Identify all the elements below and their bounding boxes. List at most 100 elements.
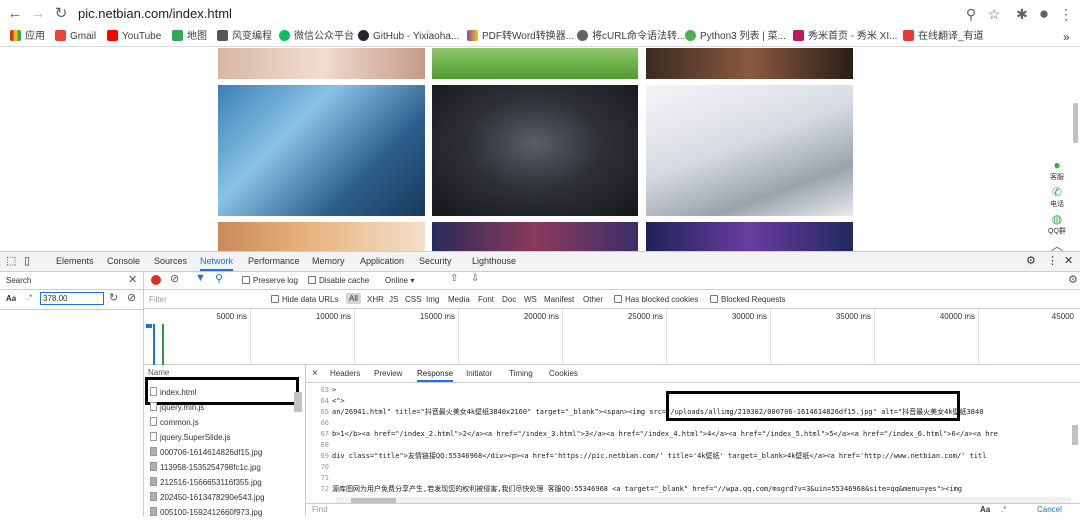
more-options-icon[interactable]: ⋮ bbox=[1047, 252, 1058, 271]
clear-log-icon[interactable]: ⊘ bbox=[170, 272, 179, 285]
bookmark-xiumi[interactable]: 秀米首页 - 秀米 XI... bbox=[793, 29, 897, 45]
request-row[interactable]: common.js bbox=[144, 415, 294, 430]
disable-cache-checkbox[interactable]: Disable cache bbox=[308, 276, 369, 285]
back-to-top-button[interactable]: ︿顶部 bbox=[1045, 239, 1069, 251]
request-row[interactable]: 212516-1566653116f355.jpg bbox=[144, 475, 294, 490]
filter-input[interactable]: Filter bbox=[149, 295, 167, 304]
wallpaper-thumb[interactable] bbox=[432, 222, 638, 251]
wallpaper-thumb[interactable] bbox=[646, 48, 853, 79]
network-settings-icon[interactable]: ⚙ bbox=[1068, 273, 1078, 286]
tab-cookies[interactable]: Cookies bbox=[549, 365, 578, 382]
import-har-icon[interactable]: ⇧ bbox=[450, 273, 458, 284]
bookmark-youtube[interactable]: YouTube bbox=[107, 29, 161, 45]
bookmark-gmail[interactable]: Gmail bbox=[55, 29, 96, 45]
find-input[interactable]: Find bbox=[312, 505, 328, 514]
throttle-select[interactable]: Online ▾ bbox=[385, 276, 414, 285]
tab-memory[interactable]: Memory bbox=[312, 252, 345, 271]
bookmark-wechat[interactable]: 微信公众平台 bbox=[279, 29, 354, 45]
search-icon[interactable]: ⚲ bbox=[215, 272, 223, 285]
tab-initiator[interactable]: Initiator bbox=[466, 365, 492, 382]
request-row[interactable]: 005100-1592412660f973.jpg bbox=[144, 505, 294, 520]
search-input[interactable]: 378.00 bbox=[40, 292, 104, 305]
clear-search-icon[interactable]: ⊘ bbox=[127, 291, 136, 304]
bookmark-maps[interactable]: 地图 bbox=[172, 29, 207, 45]
tab-network[interactable]: Network bbox=[200, 252, 234, 271]
regex-toggle[interactable]: .* bbox=[27, 293, 32, 302]
bookmark-pdf2word[interactable]: PDF转Word转换器... bbox=[467, 29, 574, 45]
filter-type-doc[interactable]: Doc bbox=[502, 295, 516, 304]
filter-type-xhr[interactable]: XHR bbox=[367, 295, 384, 304]
address-bar[interactable]: pic.netbian.com/index.html bbox=[78, 3, 1008, 24]
network-timeline-overview[interactable]: 5000 ms 10000 ms 15000 ms 20000 ms 25000… bbox=[144, 309, 1080, 365]
tab-sources[interactable]: Sources bbox=[154, 252, 187, 271]
code-vertical-scrollbar[interactable] bbox=[1072, 425, 1078, 445]
wallpaper-thumb[interactable] bbox=[218, 85, 425, 216]
export-har-icon[interactable]: ⇩ bbox=[471, 273, 479, 284]
page-scrollbar-thumb[interactable] bbox=[1073, 103, 1078, 143]
close-devtools-icon[interactable]: ✕ bbox=[1064, 252, 1073, 271]
tab-preview[interactable]: Preview bbox=[374, 365, 402, 382]
filter-type-css[interactable]: CSS bbox=[405, 295, 421, 304]
settings-gear-icon[interactable]: ⚙ bbox=[1026, 252, 1036, 271]
match-case-toggle[interactable]: Aa bbox=[6, 294, 16, 303]
bookmark-curl[interactable]: 将cURL命令语法转... bbox=[577, 29, 685, 45]
tab-response[interactable]: Response bbox=[417, 365, 454, 382]
request-row[interactable]: jquery.min.js bbox=[144, 400, 294, 415]
qq-group-button[interactable]: ◍ QQ群 bbox=[1045, 212, 1069, 239]
device-toolbar-icon[interactable]: ▯ bbox=[24, 252, 30, 271]
request-row[interactable]: 202450-1613478290e543.jpg bbox=[144, 490, 294, 505]
wallpaper-thumb[interactable] bbox=[218, 222, 425, 251]
reload-icon[interactable]: ↻ bbox=[51, 4, 71, 24]
bookmark-python[interactable]: Python3 列表 | 菜... bbox=[685, 29, 786, 45]
request-row[interactable]: jquery.SuperSlide.js bbox=[144, 430, 294, 445]
bookmarks-more-icon[interactable]: » bbox=[1063, 29, 1070, 45]
hide-data-urls-checkbox[interactable]: Hide data URLs bbox=[271, 295, 338, 304]
filter-type-js[interactable]: JS bbox=[389, 295, 398, 304]
refresh-search-icon[interactable]: ↻ bbox=[109, 291, 118, 304]
has-blocked-cookies-checkbox[interactable]: Has blocked cookies bbox=[614, 295, 698, 304]
wallpaper-thumb[interactable] bbox=[646, 85, 853, 216]
tab-lighthouse[interactable]: Lighthouse bbox=[472, 252, 516, 271]
filter-type-img[interactable]: Img bbox=[426, 295, 439, 304]
profile-icon[interactable]: ● bbox=[1034, 4, 1054, 24]
extensions-icon[interactable]: ✱ bbox=[1012, 4, 1032, 24]
forward-icon[interactable]: → bbox=[28, 4, 48, 24]
record-icon[interactable] bbox=[151, 275, 161, 285]
filter-type-media[interactable]: Media bbox=[448, 295, 470, 304]
filter-type-ws[interactable]: WS bbox=[524, 295, 537, 304]
filter-type-manifest[interactable]: Manifest bbox=[544, 295, 574, 304]
tab-performance[interactable]: Performance bbox=[248, 252, 300, 271]
request-row[interactable]: 000706-1614614826df15.jpg bbox=[144, 445, 294, 460]
tab-elements[interactable]: Elements bbox=[56, 252, 94, 271]
bookmark-github[interactable]: GitHub - Yixiaoha... bbox=[358, 29, 459, 45]
tab-console[interactable]: Console bbox=[107, 252, 140, 271]
name-column-header[interactable]: Name bbox=[148, 368, 169, 377]
filter-type-other[interactable]: Other bbox=[583, 295, 603, 304]
back-icon[interactable]: ← bbox=[5, 4, 25, 24]
zoom-icon[interactable]: ⚲ bbox=[961, 4, 981, 24]
close-detail-icon[interactable]: × bbox=[312, 365, 318, 382]
blocked-requests-checkbox[interactable]: Blocked Requests bbox=[710, 295, 785, 304]
wallpaper-thumb[interactable] bbox=[218, 48, 425, 79]
wallpaper-thumb[interactable] bbox=[432, 85, 638, 216]
bookmark-star-icon[interactable]: ☆ bbox=[984, 4, 1004, 24]
tab-timing[interactable]: Timing bbox=[509, 365, 533, 382]
filter-type-all[interactable]: All bbox=[346, 293, 361, 304]
menu-icon[interactable]: ⋮ bbox=[1056, 4, 1076, 24]
bookmark-youdao[interactable]: 在线翻译_有道 bbox=[903, 29, 984, 45]
phone-button[interactable]: ✆ 电话 bbox=[1045, 185, 1069, 212]
wallpaper-thumb[interactable] bbox=[646, 222, 853, 251]
tab-application[interactable]: Application bbox=[360, 252, 404, 271]
filter-icon[interactable]: ▼ bbox=[195, 272, 206, 284]
find-cancel-button[interactable]: Cancel bbox=[1037, 505, 1062, 514]
bookmark-fengbian[interactable]: 风变编程 bbox=[217, 29, 272, 45]
wallpaper-thumb[interactable] bbox=[432, 48, 638, 79]
close-search-icon[interactable]: ✕ bbox=[128, 273, 137, 286]
customer-service-button[interactable]: ● 客服 bbox=[1045, 158, 1069, 185]
tab-headers[interactable]: Headers bbox=[330, 365, 360, 382]
request-row[interactable]: 113958-1535254798fc1c.jpg bbox=[144, 460, 294, 475]
find-regex-toggle[interactable]: .* bbox=[1001, 505, 1006, 514]
tab-security[interactable]: Security bbox=[419, 252, 452, 271]
preserve-log-checkbox[interactable]: Preserve log bbox=[242, 276, 298, 285]
request-list-scrollbar[interactable] bbox=[294, 392, 302, 412]
